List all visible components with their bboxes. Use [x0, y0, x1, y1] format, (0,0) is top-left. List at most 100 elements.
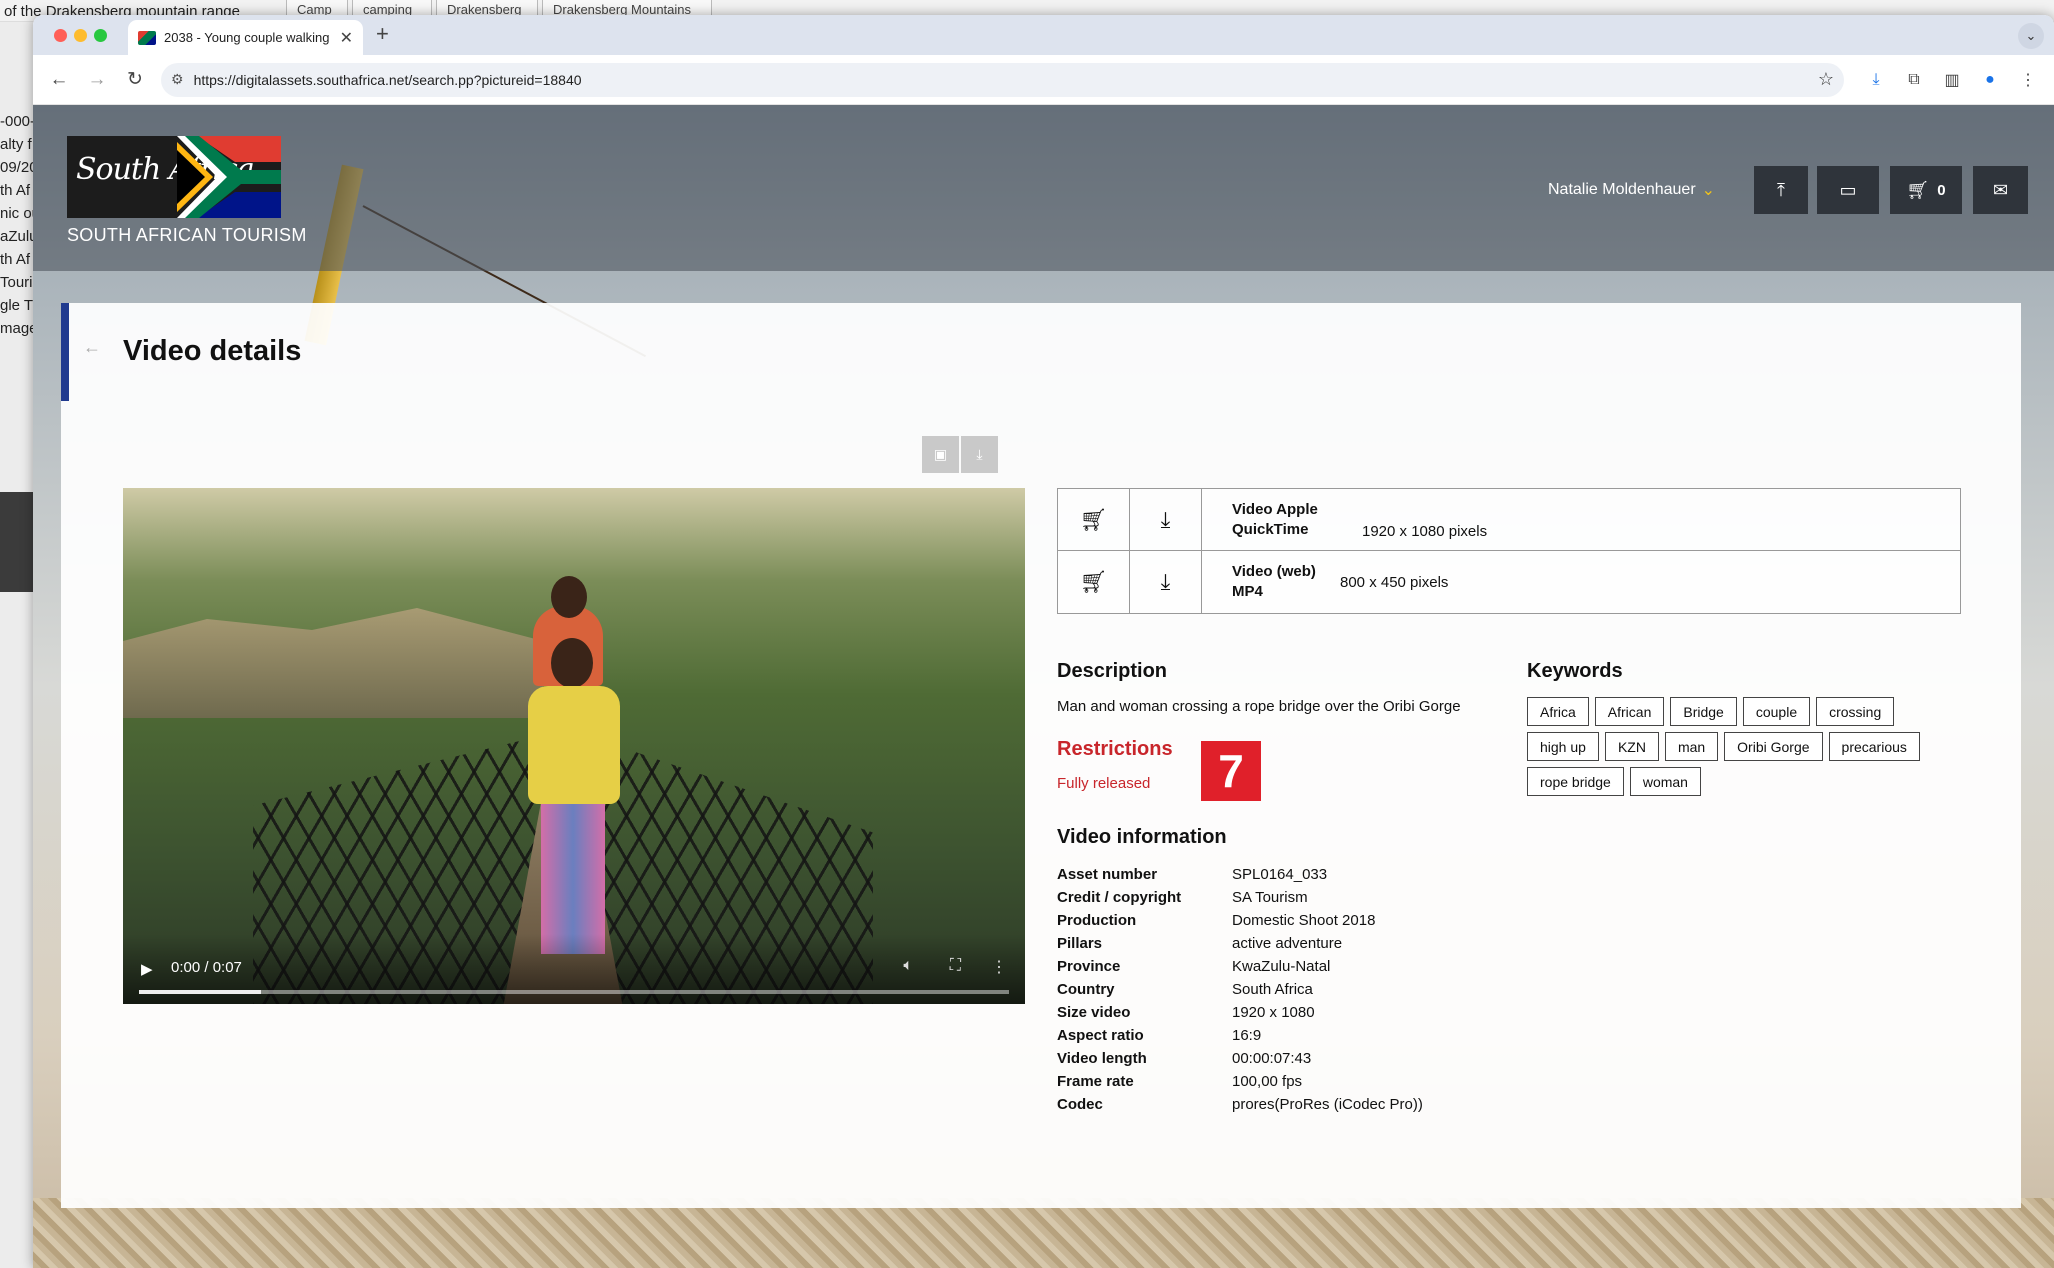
- keyword-tag[interactable]: man: [1664, 732, 1719, 761]
- info-value: SPL0164_033: [1232, 866, 1328, 883]
- back-arrow-icon[interactable]: ←: [83, 337, 101, 358]
- quick-download-button[interactable]: ⤓: [961, 436, 998, 473]
- play-icon[interactable]: ▶: [141, 960, 153, 978]
- download-format-button[interactable]: ⤓: [1130, 551, 1202, 613]
- address-bar[interactable]: ⚙ https://digitalassets.southafrica.net/…: [161, 62, 1844, 97]
- info-key: Pillars: [1057, 935, 1103, 952]
- video-frame-woman: [523, 638, 623, 978]
- minimize-window-button[interactable]: [74, 29, 87, 42]
- sidebar-icon[interactable]: ▥: [1936, 64, 1968, 96]
- extensions-puzzle-icon[interactable]: ⧉: [1898, 64, 1930, 96]
- background-text-line: gle T: [0, 297, 33, 314]
- profile-avatar-icon[interactable]: ●: [1974, 64, 2006, 96]
- forward-arrow-icon[interactable]: →: [81, 64, 113, 96]
- url-text[interactable]: https://digitalassets.southafrica.net/se…: [194, 72, 1808, 88]
- keyword-tag[interactable]: woman: [1629, 767, 1701, 796]
- restriction-badge: 7: [1201, 741, 1261, 801]
- new-tab-button[interactable]: +: [376, 21, 389, 47]
- page-content: South Africa SOUTH AFRICAN TOURISM Natal…: [33, 105, 2054, 1268]
- info-value: 1920 x 1080: [1232, 1004, 1315, 1021]
- cart-icon: 🛒︎: [1079, 506, 1108, 532]
- site-settings-icon[interactable]: ⚙: [171, 71, 184, 88]
- close-tab-icon[interactable]: ✕: [340, 28, 353, 48]
- reload-icon[interactable]: ↻: [119, 64, 151, 96]
- keyword-tag[interactable]: couple: [1742, 697, 1811, 726]
- sa-flag-chevron-icon: [177, 136, 281, 218]
- download-icon: ⤓: [1160, 569, 1171, 594]
- info-row: Production Domestic Shoot 2018: [1057, 909, 1423, 932]
- fullscreen-icon[interactable]: ⛶: [950, 957, 961, 975]
- download-icon[interactable]: ⤓: [1860, 64, 1892, 96]
- info-key: Aspect ratio: [1057, 1027, 1144, 1044]
- browser-toolbar: ← → ↻ ⚙ https://digitalassets.southafric…: [33, 55, 2054, 105]
- info-row: Country South Africa: [1057, 978, 1423, 1001]
- keyword-tag[interactable]: Africa: [1527, 697, 1589, 726]
- download-format-button[interactable]: ⤓: [1130, 489, 1202, 550]
- info-value: active adventure: [1232, 935, 1343, 952]
- keyword-tag[interactable]: Oribi Gorge: [1724, 732, 1823, 761]
- info-row: Asset number SPL0164_033: [1057, 863, 1423, 886]
- zoom-window-button[interactable]: [94, 29, 107, 42]
- add-to-cart-button[interactable]: 🛒︎: [1058, 551, 1130, 613]
- bookmark-star-icon[interactable]: ☆: [1818, 69, 1834, 90]
- info-row: Aspect ratio 16:9: [1057, 1024, 1423, 1047]
- browser-tab-active[interactable]: 2038 - Young couple walking ✕: [128, 20, 363, 55]
- contact-button[interactable]: ✉: [1973, 166, 2028, 214]
- info-value: Domestic Shoot 2018: [1232, 912, 1376, 929]
- info-value: prores(ProRes (iCodec Pro)): [1232, 1096, 1423, 1113]
- keywords-heading: Keywords: [1527, 660, 1623, 682]
- info-key: Province: [1057, 958, 1121, 975]
- video-info-table: Asset number SPL0164_033 Credit / copyrig…: [1057, 863, 1423, 1116]
- video-frame-cliff: [123, 608, 543, 718]
- info-row: Codec prores(ProRes (iCodec Pro)): [1057, 1093, 1423, 1116]
- info-row: Pillars active adventure: [1057, 932, 1423, 955]
- keyword-tag[interactable]: African: [1594, 697, 1665, 726]
- add-to-cart-button[interactable]: 🛒︎: [1058, 489, 1130, 550]
- keyword-tag[interactable]: Bridge: [1670, 697, 1737, 726]
- format-dimensions: 1920 x 1080 pixels: [1362, 523, 1488, 540]
- background-text-line: th Af: [0, 182, 31, 199]
- info-key: Country: [1057, 981, 1115, 998]
- format-name: Video Apple QuickTime: [1232, 500, 1318, 538]
- keywords-list: Africa African Bridge couple crossing hi…: [1527, 697, 1947, 796]
- info-key: Production: [1057, 912, 1137, 929]
- more-options-icon[interactable]: ⋮: [991, 957, 1007, 977]
- south-africa-logo[interactable]: South Africa: [67, 136, 281, 218]
- user-menu[interactable]: Natalie Moldenhauer ⌄: [1548, 180, 1715, 200]
- video-time: 0:00 / 0:07: [171, 959, 242, 976]
- cart-button[interactable]: 🛒︎ 0: [1890, 166, 1962, 214]
- keyword-tag[interactable]: high up: [1527, 732, 1599, 761]
- background-window-text: -000- alty f 09/20 th Af nic ou aZulu th…: [0, 110, 33, 340]
- info-row: Frame rate 100,00 fps: [1057, 1070, 1423, 1093]
- south-africa-flag-icon: [138, 30, 156, 45]
- upload-button[interactable]: ⤒: [1754, 166, 1808, 214]
- back-arrow-icon[interactable]: ←: [43, 64, 75, 96]
- info-key: Asset number: [1057, 866, 1158, 883]
- video-player[interactable]: ▶ 0:00 / 0:07 🔈︎ ⛶ ⋮: [123, 488, 1025, 1004]
- description-text: Man and woman crossing a rope bridge ove…: [1057, 698, 1461, 715]
- browser-menu-icon[interactable]: ⋮: [2012, 64, 2044, 96]
- preview-icon: ▣: [933, 446, 948, 462]
- keyword-tag[interactable]: crossing: [1816, 697, 1895, 726]
- background-text-line: Touris: [0, 274, 33, 291]
- info-key: Credit / copyright: [1057, 889, 1182, 906]
- info-value: KwaZulu-Natal: [1232, 958, 1331, 975]
- tab-bar: 2038 - Young couple walking ✕ + ⌄: [33, 15, 2054, 55]
- lightbox-button[interactable]: ▭: [1817, 166, 1879, 214]
- info-row: Credit / copyright SA Tourism: [1057, 886, 1423, 909]
- video-details-panel: ← Video details ▣ ⤓ ▶ 0:00 / 0:07 🔈︎ ⛶ ⋮…: [61, 303, 2021, 1208]
- keyword-tag[interactable]: rope bridge: [1527, 767, 1624, 796]
- tab-search-chevron-icon[interactable]: ⌄: [2018, 23, 2044, 49]
- restrictions-status: Fully released: [1057, 775, 1151, 792]
- background-window-image: [0, 492, 33, 592]
- info-row: Video length 00:00:07:43: [1057, 1047, 1423, 1070]
- volume-icon[interactable]: 🔈︎: [903, 957, 913, 975]
- keyword-tag[interactable]: precarious: [1828, 732, 1920, 761]
- lightbox-icon: ▭: [1839, 179, 1857, 200]
- close-window-button[interactable]: [54, 29, 67, 42]
- preview-button[interactable]: ▣: [922, 436, 959, 473]
- info-row: Size video 1920 x 1080: [1057, 1001, 1423, 1024]
- keyword-tag[interactable]: KZN: [1604, 732, 1659, 761]
- format-name: Video (web) MP4: [1232, 563, 1316, 600]
- video-progress-track[interactable]: [139, 990, 1009, 994]
